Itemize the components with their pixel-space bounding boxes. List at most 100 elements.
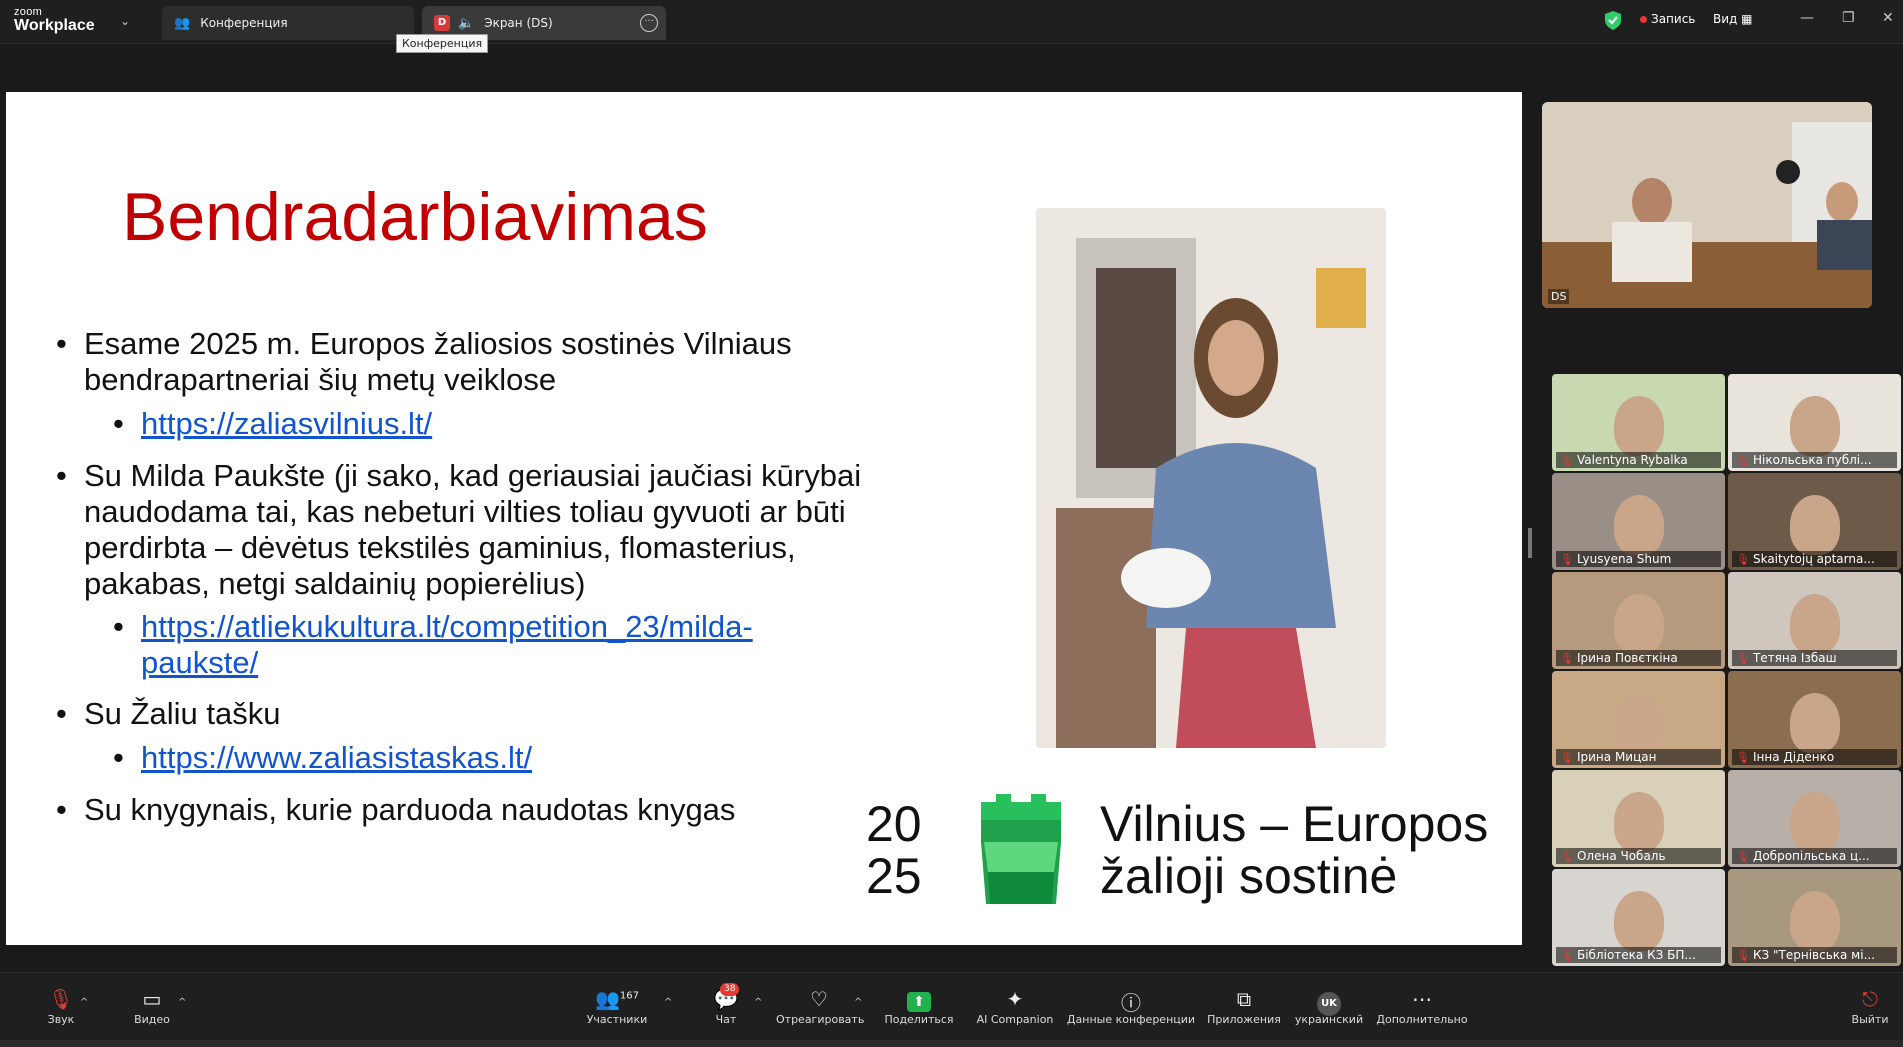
participant-tile[interactable]: 🎙 Добропільська ц... [1728, 770, 1901, 867]
participant-video [1614, 891, 1664, 951]
restore-icon[interactable]: ❐ [1842, 10, 1855, 26]
recording-indicator[interactable]: Запись [1640, 12, 1695, 26]
chat-button[interactable]: 💬 38 Чат [706, 983, 746, 1026]
participant-tile[interactable]: 🎙 Олена Чобаль [1552, 770, 1725, 867]
tab-conference[interactable]: 👥 Конференция [162, 6, 414, 40]
participant-name-text: Олена Чобаль [1576, 849, 1666, 863]
active-speaker-video[interactable]: DS [1542, 102, 1872, 308]
more-options-icon[interactable]: ··· [640, 14, 658, 32]
video-button[interactable]: ▭ Видео [124, 987, 180, 1026]
zoom-logo: zoom Workplace [14, 7, 95, 34]
participant-name: 🎙 Нікольська публі... [1732, 452, 1897, 468]
mic-muted-icon: 🎙 [1736, 850, 1750, 863]
people-icon: 👥 [174, 15, 191, 31]
participant-name: 🎙 Valentyna Rybalka [1556, 452, 1721, 468]
mic-muted-icon: 🎙 [1736, 652, 1750, 665]
mic-muted-icon: 🎙 [1560, 850, 1574, 863]
language-button[interactable]: UK украинский [1294, 987, 1364, 1026]
more-label: Дополнительно [1376, 1013, 1468, 1026]
participant-video [1790, 495, 1840, 555]
record-dot-icon [1640, 16, 1647, 23]
leave-button[interactable]: ⎋ Выйти [1850, 987, 1890, 1026]
participant-tile[interactable]: 🎙 КЗ "Тернівська мі... [1728, 869, 1901, 966]
participant-name-text: Ірина Мицан [1576, 750, 1657, 764]
bullet-zalias-taskas: Su Žaliu tašku [56, 696, 904, 732]
mic-muted-icon: 🎙 [1736, 553, 1750, 566]
link-atliekukultura[interactable]: https://atliekukultura.lt/competition_23… [113, 609, 831, 681]
participants-button[interactable]: 👥167 Участники [582, 987, 652, 1026]
chat-label: Чат [715, 1013, 737, 1026]
participant-tile[interactable]: 🎙 Нікольська публі... [1728, 374, 1901, 471]
share-screen-icon: ⬆ [907, 992, 931, 1012]
participant-tile[interactable]: 🎙 Ірина Мицан [1552, 671, 1725, 768]
participant-video [1614, 594, 1664, 654]
participant-tile[interactable]: 🎙 Інна Діденко [1728, 671, 1901, 768]
participant-tile[interactable]: 🎙 Ірина Повєткіна [1552, 572, 1725, 669]
view-label: Вид [1713, 12, 1738, 26]
active-speaker-name: DS [1548, 289, 1570, 304]
heart-icon: ♡ [810, 987, 828, 1011]
more-button[interactable]: ⋯ Дополнительно [1374, 987, 1470, 1026]
participants-chevron-icon[interactable]: ^ [664, 997, 672, 1008]
participant-name-text: Ірина Повєткіна [1576, 651, 1678, 665]
camera-icon: ▭ [142, 987, 162, 1011]
participants-label: Участники [586, 1013, 648, 1026]
mic-muted-icon: 🎙 [1560, 652, 1574, 665]
participant-tile[interactable]: 🎙 Бібліотека КЗ БП... [1552, 869, 1725, 966]
more-icon: ⋯ [1412, 987, 1432, 1011]
share-button[interactable]: ⬆ Поделиться [884, 987, 954, 1026]
participant-tile[interactable]: 🎙 Skaitytojų aptarna... [1728, 473, 1901, 570]
video-options-chevron-icon[interactable]: ^ [178, 997, 186, 1008]
mic-muted-icon: 🎙 [1736, 454, 1750, 467]
participant-name: 🎙 Добропільська ц... [1732, 848, 1897, 864]
participants-gallery: DS 🎙 Valentyna Rybalka 🎙 Нікольська публі..… [1532, 92, 1903, 972]
link-zaliasistaskas[interactable]: https://www.zaliasistaskas.lt/ [113, 740, 841, 776]
shield-check-icon[interactable] [1605, 11, 1621, 30]
slide-photo [1036, 208, 1386, 748]
info-label: Данные конференции [1066, 1013, 1196, 1026]
audio-options-chevron-icon[interactable]: ^ [80, 997, 88, 1008]
participant-video [1790, 891, 1840, 951]
leave-icon: ⎋ [1862, 987, 1878, 1011]
participant-video [1790, 396, 1840, 456]
chevron-down-icon[interactable]: ⌄ [120, 14, 130, 28]
video-label: Видео [134, 1013, 170, 1026]
react-button[interactable]: ♡ Отреагировать [776, 987, 865, 1026]
link-zaliasvilnius[interactable]: https://zaliasvilnius.lt/ [113, 406, 841, 442]
participants-count: 167 [619, 990, 639, 1002]
close-icon[interactable]: ✕ [1882, 10, 1894, 26]
record-label: Запись [1651, 12, 1696, 26]
brand-big: Workplace [14, 17, 95, 34]
grid-view-icon: ▦ [1741, 12, 1753, 26]
participant-tile[interactable]: 🎙 Lyusyena Shum [1552, 473, 1725, 570]
ai-companion-button[interactable]: ✦ AI Companion [974, 987, 1056, 1026]
sharer-avatar-badge: D [434, 15, 450, 31]
mic-muted-icon: 🎙 [1560, 751, 1574, 764]
apps-button[interactable]: ⧉ Приложения [1206, 987, 1282, 1026]
leave-label: Выйти [1851, 1013, 1889, 1026]
react-chevron-icon[interactable]: ^ [854, 997, 862, 1008]
tab-conference-label: Конференция [200, 16, 288, 30]
apps-label: Приложения [1207, 1013, 1281, 1026]
meeting-info-button[interactable]: ⓘ Данные конференции [1066, 987, 1196, 1026]
participant-name-text: Бібліотека КЗ БП... [1576, 948, 1696, 962]
participant-video [1614, 693, 1664, 753]
mic-muted-icon: 🎙 [1736, 949, 1750, 962]
mute-button[interactable]: 🎙 Звук [36, 987, 86, 1026]
title-bar: zoom Workplace ⌄ 👥 Конференция D 🔈 Экран… [0, 0, 1903, 53]
shared-screen-slide[interactable]: Bendradarbiavimas Esame 2025 m. Europos … [6, 92, 1522, 945]
react-label: Отреагировать [776, 1013, 865, 1026]
mic-muted-icon: 🎙 [48, 987, 74, 1011]
apps-icon: ⧉ [1236, 987, 1252, 1011]
participant-tile[interactable]: 🎙 Тетяна Ізбаш [1728, 572, 1901, 669]
participant-name: 🎙 Тетяна Ізбаш [1732, 650, 1897, 666]
view-button[interactable]: Вид ▦ [1713, 12, 1753, 26]
meeting-toolbar: 🎙 Звук ^ ▭ Видео ^ 👥167 Участники ^ 💬 38… [0, 972, 1903, 1047]
participant-video [1614, 792, 1664, 852]
participant-video [1790, 693, 1840, 753]
minimize-icon[interactable]: — [1800, 10, 1814, 26]
logo-line1: Vilnius – Europos [1100, 796, 1489, 852]
chat-chevron-icon[interactable]: ^ [754, 997, 762, 1008]
participant-tile[interactable]: 🎙 Valentyna Rybalka [1552, 374, 1725, 471]
taskbar-strip [0, 1040, 1903, 1047]
